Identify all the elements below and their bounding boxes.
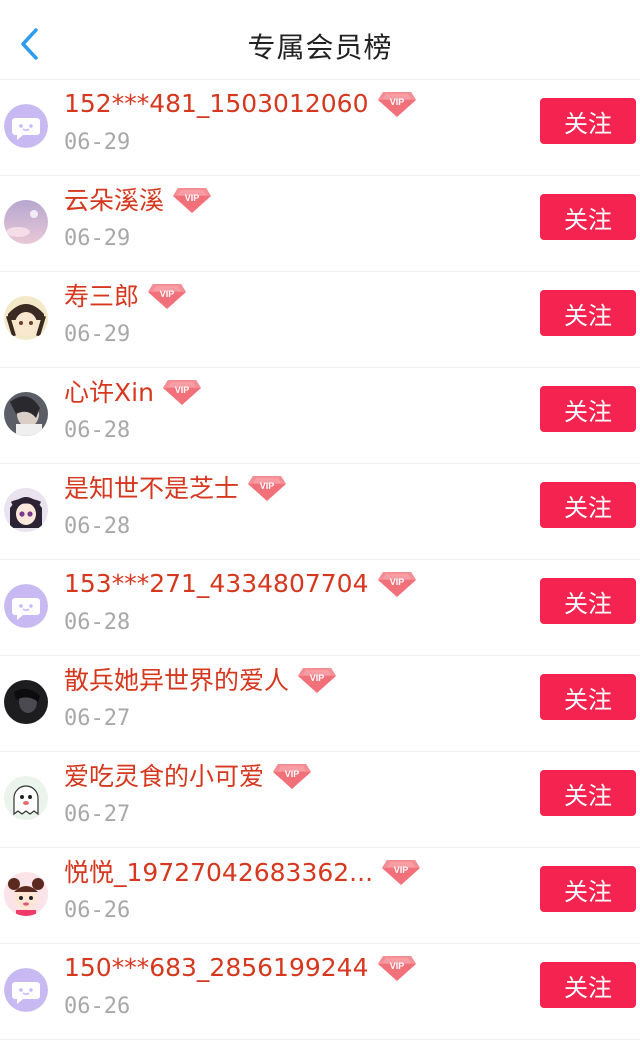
avatar[interactable] <box>4 488 48 532</box>
member-name[interactable]: 153***271_4334807704 <box>64 569 369 598</box>
member-row[interactable]: 云朵溪溪 VIP 06-29 关注 <box>0 176 640 272</box>
svg-text:VIP: VIP <box>160 289 175 299</box>
cartoon-ghost-avatar <box>4 776 48 820</box>
member-row[interactable]: 150***683_2856199244 VIP 06-26 关注 <box>0 944 640 1040</box>
anime-girl-avatar <box>4 488 48 532</box>
cartoon-girl-avatar <box>4 872 48 916</box>
sky-photo-avatar <box>4 200 48 244</box>
member-name-wrap: 寿三郎 VIP <box>64 278 187 312</box>
member-date: 06-28 <box>64 418 131 443</box>
vip-diamond-icon: VIP <box>377 952 417 982</box>
vip-diamond-icon: VIP <box>247 472 287 502</box>
default-chat-avatar <box>4 104 48 148</box>
svg-text:VIP: VIP <box>389 577 404 587</box>
follow-button[interactable]: 关注 <box>540 866 636 912</box>
member-name[interactable]: 悦悦_19727042683362... <box>64 853 373 889</box>
avatar[interactable] <box>4 776 48 820</box>
follow-button[interactable]: 关注 <box>540 482 636 528</box>
follow-button[interactable]: 关注 <box>540 386 636 432</box>
follow-button[interactable]: 关注 <box>540 770 636 816</box>
vip-diamond-icon: VIP <box>381 856 421 886</box>
member-row[interactable]: 152***481_1503012060 VIP 06-29 关注 <box>0 80 640 176</box>
svg-text:VIP: VIP <box>310 673 325 683</box>
avatar[interactable] <box>4 680 48 724</box>
page-title: 专属会员榜 <box>247 31 393 64</box>
app-header: 专属会员榜 <box>0 0 640 80</box>
member-list: 152***481_1503012060 VIP 06-29 关注 云朵溪溪 VIP 06-… <box>0 80 640 1040</box>
member-name[interactable]: 寿三郎 <box>64 277 139 313</box>
vip-diamond-icon: VIP <box>162 376 202 406</box>
member-date: 06-26 <box>64 898 131 923</box>
svg-text:VIP: VIP <box>185 193 200 203</box>
member-date: 06-29 <box>64 226 131 251</box>
svg-text:VIP: VIP <box>285 769 300 779</box>
member-row[interactable]: 悦悦_19727042683362... VIP 06-26 关注 <box>0 848 640 944</box>
svg-text:VIP: VIP <box>389 961 404 971</box>
member-name-wrap: 散兵她异世界的爱人 VIP <box>64 662 337 696</box>
avatar[interactable] <box>4 296 48 340</box>
member-name[interactable]: 散兵她异世界的爱人 <box>64 661 289 697</box>
follow-button[interactable]: 关注 <box>540 962 636 1008</box>
follow-button[interactable]: 关注 <box>540 290 636 336</box>
follow-button[interactable]: 关注 <box>540 578 636 624</box>
member-name-wrap: 悦悦_19727042683362... VIP <box>64 854 421 888</box>
svg-text:VIP: VIP <box>394 865 409 875</box>
svg-text:VIP: VIP <box>260 481 275 491</box>
default-chat-avatar <box>4 968 48 1012</box>
avatar[interactable] <box>4 392 48 436</box>
member-name-wrap: 153***271_4334807704 VIP <box>64 566 417 600</box>
svg-text:VIP: VIP <box>175 385 190 395</box>
default-chat-avatar <box>4 584 48 628</box>
member-name[interactable]: 150***683_2856199244 <box>64 953 369 982</box>
member-name-wrap: 心许Xin VIP <box>64 374 202 408</box>
member-name[interactable]: 是知世不是芝士 <box>64 469 239 505</box>
avatar[interactable] <box>4 584 48 628</box>
member-row[interactable]: 153***271_4334807704 VIP 06-28 关注 <box>0 560 640 656</box>
member-row[interactable]: 是知世不是芝士 VIP 06-28 关注 <box>0 464 640 560</box>
avatar[interactable] <box>4 968 48 1012</box>
member-name-wrap: 爱吃灵食的小可爱 VIP <box>64 758 312 792</box>
member-name-wrap: 云朵溪溪 VIP <box>64 182 212 216</box>
vip-diamond-icon: VIP <box>297 664 337 694</box>
avatar[interactable] <box>4 200 48 244</box>
member-row[interactable]: 心许Xin VIP 06-28 关注 <box>0 368 640 464</box>
member-date: 06-28 <box>64 610 131 635</box>
member-row[interactable]: 爱吃灵食的小可爱 VIP 06-27 关注 <box>0 752 640 848</box>
member-name-wrap: 150***683_2856199244 VIP <box>64 950 417 984</box>
member-date: 06-28 <box>64 514 131 539</box>
person-photo-avatar <box>4 392 48 436</box>
svg-text:VIP: VIP <box>389 97 404 107</box>
follow-button[interactable]: 关注 <box>540 194 636 240</box>
member-name[interactable]: 心许Xin <box>64 373 154 409</box>
vip-diamond-icon: VIP <box>172 184 212 214</box>
dark-photo-avatar <box>4 680 48 724</box>
member-name-wrap: 152***481_1503012060 VIP <box>64 86 417 120</box>
member-name[interactable]: 云朵溪溪 <box>64 181 164 217</box>
member-date: 06-27 <box>64 802 131 827</box>
follow-button[interactable]: 关注 <box>540 674 636 720</box>
anime-character-avatar <box>4 296 48 340</box>
member-date: 06-26 <box>64 994 131 1019</box>
vip-diamond-icon: VIP <box>147 280 187 310</box>
member-date: 06-29 <box>64 322 131 347</box>
vip-diamond-icon: VIP <box>377 568 417 598</box>
member-name[interactable]: 爱吃灵食的小可爱 <box>64 757 264 793</box>
member-row[interactable]: 寿三郎 VIP 06-29 关注 <box>0 272 640 368</box>
member-name[interactable]: 152***481_1503012060 <box>64 89 369 118</box>
member-date: 06-27 <box>64 706 131 731</box>
vip-diamond-icon: VIP <box>272 760 312 790</box>
member-date: 06-29 <box>64 130 131 155</box>
member-name-wrap: 是知世不是芝士 VIP <box>64 470 287 504</box>
avatar[interactable] <box>4 104 48 148</box>
avatar[interactable] <box>4 872 48 916</box>
vip-diamond-icon: VIP <box>377 88 417 118</box>
follow-button[interactable]: 关注 <box>540 98 636 144</box>
member-row[interactable]: 散兵她异世界的爱人 VIP 06-27 关注 <box>0 656 640 752</box>
